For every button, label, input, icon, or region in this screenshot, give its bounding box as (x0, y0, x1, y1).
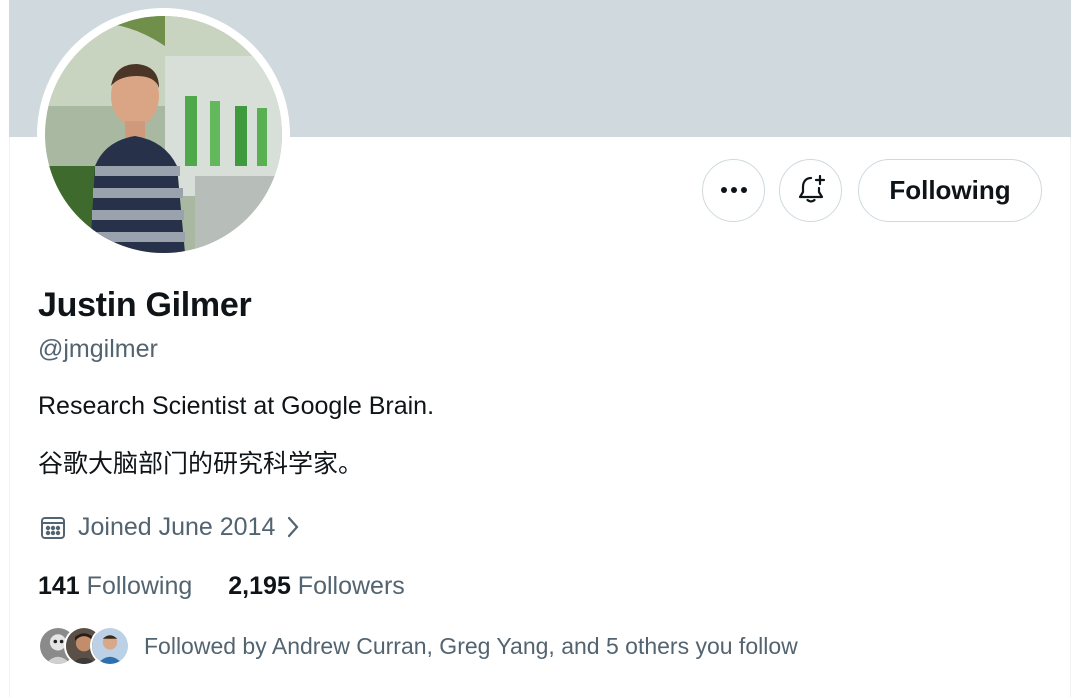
followed-by-text: Followed by Andrew Curran, Greg Yang, an… (144, 632, 798, 659)
joined-date-row[interactable]: Joined June 2014 (38, 512, 301, 542)
follower-avatar (90, 626, 130, 666)
profile-name: Justin Gilmer (38, 286, 252, 324)
followers-count: 2,195 (228, 572, 291, 600)
profile-avatar[interactable] (45, 16, 282, 253)
following-button[interactable]: Following (858, 159, 1042, 222)
avatar-photo (45, 16, 282, 253)
profile-bio-line-2: 谷歌大脑部门的研究科学家。 (38, 449, 364, 478)
following-count: 141 (38, 572, 80, 600)
follower-avatars (38, 626, 130, 666)
joined-date-text: Joined June 2014 (78, 512, 276, 541)
following-link[interactable]: 141 Following (38, 572, 192, 601)
more-horizontal-icon (720, 183, 748, 198)
notifications-button[interactable] (779, 159, 842, 222)
profile-bio-line-1: Research Scientist at Google Brain. (38, 392, 435, 420)
following-label: Following (86, 572, 193, 600)
followers-link[interactable]: 2,195 Followers (228, 572, 405, 601)
followers-label: Followers (297, 572, 405, 600)
more-options-button[interactable] (702, 159, 765, 222)
follow-stats: 141 Following 2,195 Followers (38, 572, 405, 601)
calendar-icon (38, 512, 68, 542)
chevron-right-icon (285, 514, 301, 540)
bell-plus-icon (795, 173, 827, 208)
followed-by-row[interactable]: Followed by Andrew Curran, Greg Yang, an… (38, 626, 798, 666)
profile-handle: @jmgilmer (38, 335, 158, 363)
